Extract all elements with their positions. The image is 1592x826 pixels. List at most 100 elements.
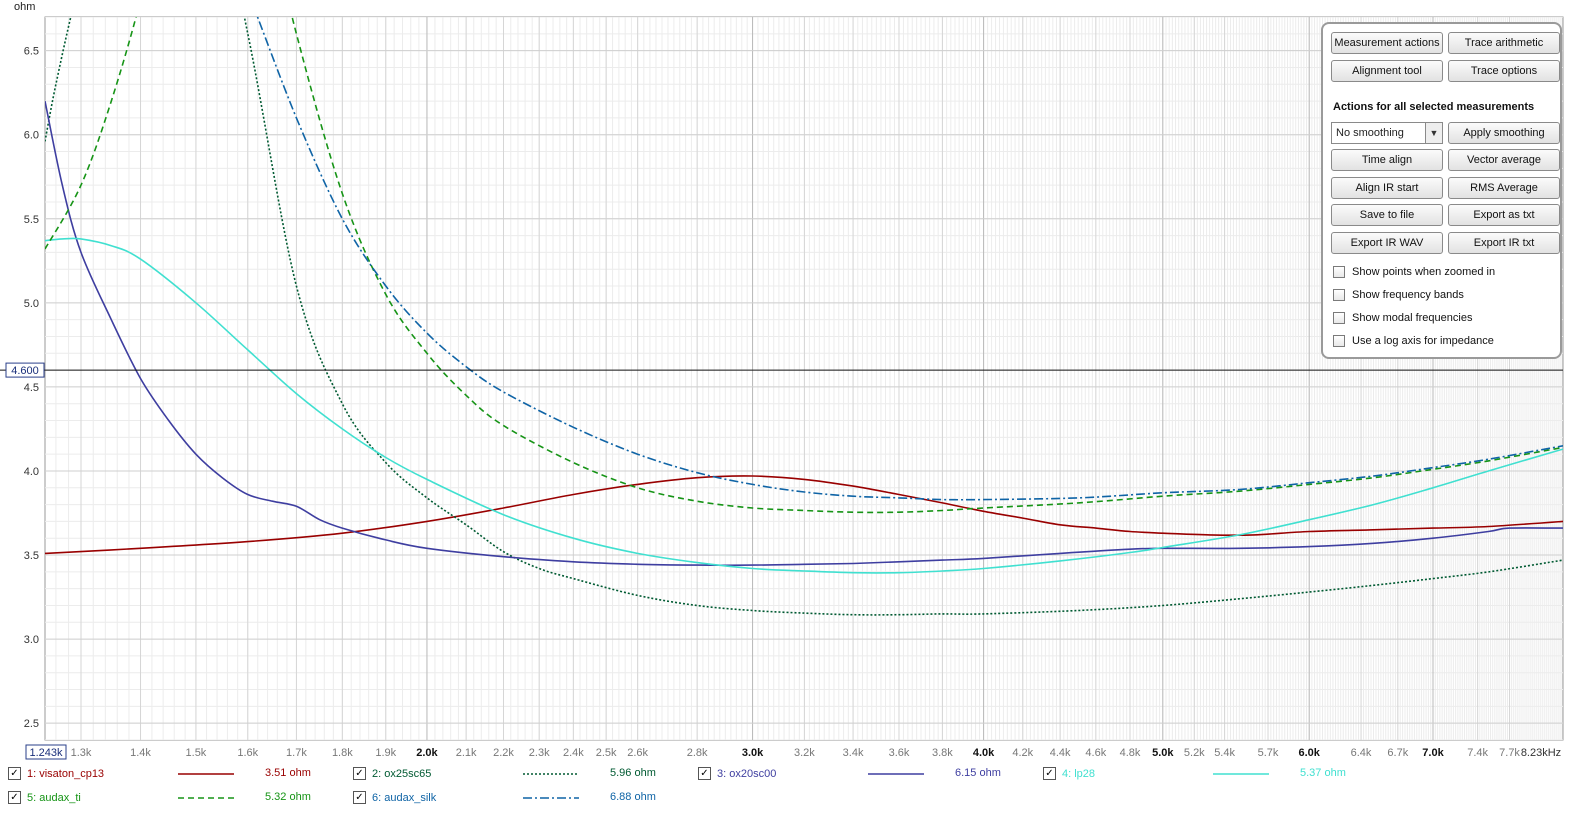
- x-tick-label: 4.6k: [1085, 747, 1106, 759]
- x-tick-label: 2.4k: [563, 747, 584, 759]
- x-tick-label: 2.6k: [627, 747, 648, 759]
- export-ir-wav-button[interactable]: Export IR WAV: [1331, 232, 1443, 254]
- y-tick-label: 4.5: [24, 382, 39, 394]
- time-align-button[interactable]: Time align: [1331, 149, 1443, 171]
- checkbox-box[interactable]: [1333, 266, 1345, 278]
- checkbox-label: Show modal frequencies: [1352, 312, 1473, 324]
- legend-line-sample: [523, 773, 579, 775]
- x-tick-label: 1.8k: [332, 747, 353, 759]
- vector-average-button[interactable]: Vector average: [1448, 149, 1560, 171]
- x-axis: 1.3k 1.4k 1.5k 1.6k 1.7k 1.8k 1.9k 2.0k 2.1k 2.2k…: [71, 747, 1521, 759]
- y-tick-label: 6.0: [24, 130, 39, 142]
- export-ir-txt-button[interactable]: Export IR txt: [1448, 232, 1560, 254]
- checkbox-checked-icon[interactable]: ✓: [353, 791, 366, 804]
- checkbox-box[interactable]: [1333, 312, 1345, 324]
- checkbox-box[interactable]: [1333, 289, 1345, 301]
- export-as-txt-button[interactable]: Export as txt: [1448, 204, 1560, 226]
- smoothing-select[interactable]: No smoothing ▼: [1331, 122, 1443, 144]
- alignment-tool-button[interactable]: Alignment tool: [1331, 60, 1443, 82]
- legend-line-sample: [868, 773, 924, 775]
- align-ir-start-button[interactable]: Align IR start: [1331, 177, 1443, 199]
- checkbox-checked-icon[interactable]: ✓: [8, 791, 21, 804]
- x-tick-label: 3.0k: [742, 747, 764, 759]
- save-to-file-button[interactable]: Save to file: [1331, 204, 1443, 226]
- measurement-control-panel: Measurement actions Trace arithmetic Ali…: [1321, 22, 1562, 359]
- legend-series-name: 4: lp28: [1062, 767, 1096, 780]
- chevron-down-icon[interactable]: ▼: [1425, 123, 1442, 143]
- x-tick-label: 7.7k: [1499, 747, 1520, 759]
- x-tick-label: 1.7k: [286, 747, 307, 759]
- x-tick-label: 3.6k: [889, 747, 910, 759]
- y-tick-label: 5.0: [24, 298, 39, 310]
- x-tick-label: 4.4k: [1050, 747, 1071, 759]
- x-tick-label: 7.0k: [1422, 747, 1444, 759]
- checkbox-checked-icon[interactable]: ✓: [8, 767, 21, 780]
- show-points-checkbox[interactable]: Show points when zoomed in: [1333, 266, 1495, 278]
- x-tick-label: 4.0k: [973, 747, 995, 759]
- legend-line-sample: [178, 773, 234, 775]
- x-tick-label: 3.4k: [843, 747, 864, 759]
- x-tick-label: 2.1k: [456, 747, 477, 759]
- y-unit-label: ohm: [14, 1, 36, 13]
- legend-item[interactable]: ✓ 2: ox25sc65: [353, 767, 522, 780]
- legend-item[interactable]: ✓ 4: lp28: [1043, 767, 1212, 780]
- legend-item[interactable]: ✓ 1: visaton_cp13: [8, 767, 177, 780]
- log-axis-impedance-checkbox[interactable]: Use a log axis for impedance: [1333, 335, 1494, 347]
- checkbox-checked-icon[interactable]: ✓: [1043, 767, 1056, 780]
- actions-heading: Actions for all selected measurements: [1333, 101, 1535, 113]
- legend-series-name: 5: audax_ti: [27, 791, 81, 804]
- legend-series-name: 1: visaton_cp13: [27, 767, 105, 780]
- x-tick-label: 5.0k: [1152, 747, 1174, 759]
- legend-line-sample: [1213, 773, 1269, 775]
- x-tick-label: 1.6k: [237, 747, 258, 759]
- measurement-actions-button[interactable]: Measurement actions: [1331, 32, 1443, 54]
- x-tick-label: 1.9k: [375, 747, 396, 759]
- x-tick-label: 7.4k: [1467, 747, 1488, 759]
- x-tick-label: 5.2k: [1184, 747, 1205, 759]
- legend-item[interactable]: ✓ 3: ox20sc00: [698, 767, 867, 780]
- legend-line-sample: [523, 797, 579, 799]
- x-tick-label: 4.8k: [1120, 747, 1141, 759]
- x-tick-label: 3.8k: [932, 747, 953, 759]
- rms-average-button[interactable]: RMS Average: [1448, 177, 1560, 199]
- smoothing-select-value: No smoothing: [1336, 127, 1404, 139]
- x-tick-label: 3.2k: [794, 747, 815, 759]
- legend-value: 5.37 ohm: [1300, 767, 1346, 779]
- x-start-label: 1.243k: [29, 747, 63, 759]
- x-tick-label: 6.0k: [1298, 747, 1320, 759]
- show-modal-frequencies-checkbox[interactable]: Show modal frequencies: [1333, 312, 1472, 324]
- legend-series-name: 3: ox20sc00: [717, 767, 777, 780]
- checkbox-label: Show points when zoomed in: [1352, 266, 1496, 278]
- y-tick-label: 5.5: [24, 214, 39, 226]
- legend-value: 5.32 ohm: [265, 791, 311, 803]
- y-tick-label: 6.5: [24, 46, 39, 58]
- x-tick-label: 6.4k: [1351, 747, 1372, 759]
- x-tick-label: 2.3k: [529, 747, 550, 759]
- checkbox-label: Use a log axis for impedance: [1352, 335, 1494, 347]
- x-tick-label: 4.2k: [1012, 747, 1033, 759]
- x-tick-label: 2.0k: [416, 747, 438, 759]
- checkbox-checked-icon[interactable]: ✓: [698, 767, 711, 780]
- checkbox-label: Show frequency bands: [1352, 289, 1464, 301]
- y-tick-label: 3.5: [24, 550, 39, 562]
- show-frequency-bands-checkbox[interactable]: Show frequency bands: [1333, 289, 1464, 301]
- x-tick-label: 1.4k: [130, 747, 151, 759]
- legend-line-sample: [178, 797, 234, 799]
- apply-smoothing-button[interactable]: Apply smoothing: [1448, 122, 1560, 144]
- x-end-label: 8.23kHz: [1521, 747, 1561, 759]
- x-tick-label: 2.8k: [687, 747, 708, 759]
- y-axis: 2.5 3.0 3.5 4.0 4.5 5.0 5.5 6.0 6.5: [24, 46, 39, 731]
- legend-item[interactable]: ✓ 5: audax_ti: [8, 791, 177, 804]
- checkbox-checked-icon[interactable]: ✓: [353, 767, 366, 780]
- x-tick-label: 6.7k: [1387, 747, 1408, 759]
- checkbox-box[interactable]: [1333, 335, 1345, 347]
- trace-options-button[interactable]: Trace options: [1448, 60, 1560, 82]
- legend-item[interactable]: ✓ 6: audax_silk: [353, 791, 522, 804]
- legend-value: 3.51 ohm: [265, 767, 311, 779]
- cursor-label: 4.600: [11, 365, 39, 377]
- trace-arithmetic-button[interactable]: Trace arithmetic: [1448, 32, 1560, 54]
- x-tick-label: 5.7k: [1258, 747, 1279, 759]
- x-tick-label: 2.2k: [493, 747, 514, 759]
- x-tick-label: 5.4k: [1214, 747, 1235, 759]
- y-tick-label: 4.0: [24, 466, 39, 478]
